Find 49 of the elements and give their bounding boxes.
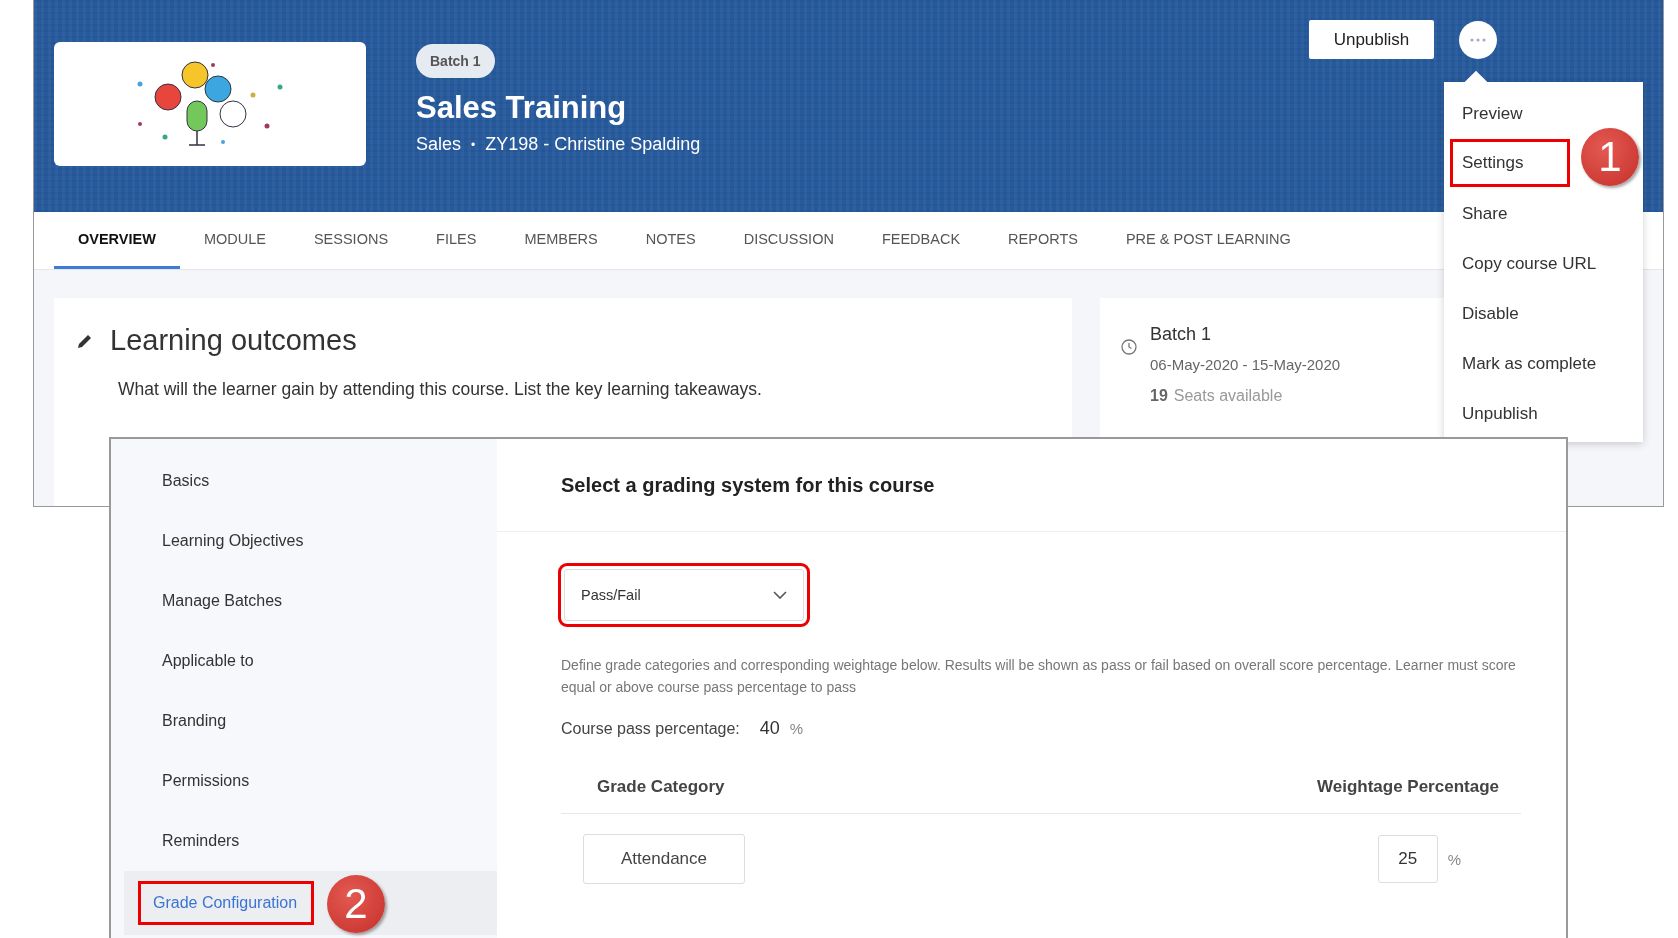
pass-percentage-label: Course pass percentage:: [561, 720, 740, 738]
menu-item[interactable]: Share: [1444, 189, 1643, 239]
nav-tab[interactable]: PRE & POST LEARNING: [1101, 212, 1315, 269]
clock-icon: [1120, 338, 1138, 356]
nav-tab[interactable]: NOTES: [621, 212, 720, 269]
sidebar-item[interactable]: Basics: [124, 451, 497, 511]
section-description: What will the learner gain by attending this course. List the key learning takeaways.: [118, 379, 763, 400]
more-options-button[interactable]: [1459, 21, 1497, 59]
column-header: Weightage Percentage: [1316, 777, 1499, 797]
nav-tab[interactable]: MODULE: [179, 212, 290, 269]
menu-item[interactable]: Mark as complete: [1444, 339, 1643, 389]
sidebar-item[interactable]: Permissions: [124, 751, 497, 811]
separator-dot: •: [471, 137, 476, 152]
menu-item[interactable]: Disable: [1444, 289, 1643, 339]
course-title: Sales Training: [416, 90, 627, 126]
weightage-input[interactable]: 25: [1377, 835, 1438, 883]
column-header: Grade Category: [597, 777, 725, 797]
menu-item[interactable]: Copy course URL: [1444, 239, 1643, 289]
seats-count: 19: [1150, 387, 1168, 405]
sidebar-item[interactable]: Manage Batches: [124, 571, 497, 631]
sidebar-item[interactable]: Applicable to: [124, 631, 497, 691]
nav-tab[interactable]: DISCUSSION: [719, 212, 858, 269]
course-code-owner: ZY198 - Christine Spalding: [485, 134, 701, 155]
grading-description: Define grade categories and corresponding weightage below. Results will be shown as pass or fail based on overall score percentage. Learner must score equal or above course pass percentage to pass: [561, 656, 1517, 697]
chevron-down-icon: [773, 591, 787, 599]
seats-label: Seats available: [1173, 387, 1283, 405]
percent-unit: %: [1447, 850, 1461, 868]
sidebar-item[interactable]: Branding: [124, 691, 497, 751]
batch-title: Batch 1: [1150, 324, 1213, 345]
sidebar-item[interactable]: Reminders: [124, 811, 497, 871]
nav-tab[interactable]: OVERVIEW: [54, 212, 180, 269]
nav-tab[interactable]: REPORTS: [984, 212, 1102, 269]
more-icon: [1470, 38, 1486, 42]
percent-unit: %: [789, 720, 804, 737]
grading-heading: Select a grading system for this course: [561, 473, 935, 497]
nav-tab[interactable]: FEEDBACK: [857, 212, 985, 269]
grade-category-field[interactable]: Attendance: [583, 834, 745, 884]
nav-tab[interactable]: MEMBERS: [500, 212, 622, 269]
nav-tab[interactable]: FILES: [412, 212, 501, 269]
nav-tab[interactable]: SESSIONS: [289, 212, 413, 269]
section-title: Learning outcomes: [110, 324, 357, 357]
pass-percentage-value: 40: [759, 718, 780, 739]
menu-item[interactable]: Settings: [1450, 139, 1570, 187]
course-category: Sales: [416, 134, 462, 155]
sidebar-item[interactable]: Learning Objectives: [124, 511, 497, 571]
unpublish-button[interactable]: Unpublish: [1309, 20, 1434, 59]
menu-item[interactable]: Unpublish: [1444, 389, 1643, 439]
batch-dates: 06-May-2020 - 15-May-2020: [1150, 356, 1341, 373]
batch-badge: Batch 1: [416, 44, 495, 78]
